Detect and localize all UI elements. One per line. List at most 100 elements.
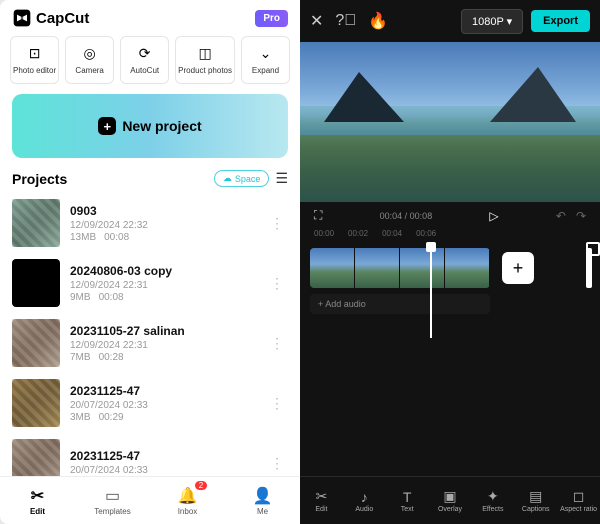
playhead[interactable] [430, 244, 432, 338]
fire-icon[interactable]: 🔥 [368, 11, 388, 31]
ruler-tick: 00:06 [416, 229, 436, 238]
nav-me[interactable]: 👤Me [225, 477, 300, 524]
project-name: 20231125-47 [70, 384, 256, 398]
tool-icon: ◎ [84, 45, 96, 62]
project-thumbnail [12, 379, 60, 427]
captions-icon: ▤ [529, 488, 542, 505]
sort-button[interactable]: ☰ [275, 170, 288, 187]
nav-edit[interactable]: ✂Edit [0, 477, 75, 524]
projects-header: Projects ☁ Space ☰ [0, 170, 300, 193]
player-controls: ⛶ 00:04 / 00:08 ▷ ↶ ↷ [300, 202, 600, 229]
app-name: CapCut [36, 10, 89, 27]
video-clip[interactable] [310, 248, 490, 288]
timecode: 00:04 / 00:08 [380, 211, 433, 221]
tool-label: Effects [482, 506, 503, 513]
home-panel: CapCut Pro ⊡ Photo editor ◎Camera⟳AutoCut◫… [0, 0, 300, 524]
tool-label: Edit [315, 506, 327, 513]
pro-badge[interactable]: Pro [255, 10, 288, 27]
project-item[interactable]: 0903 12/09/2024 22:32 13MB00:08 ⋮ [12, 193, 288, 253]
audio-icon: ♪ [361, 489, 368, 505]
tool-icon: ⌄ [260, 45, 272, 62]
video-track[interactable]: + [310, 248, 590, 288]
project-meta: 7MB00:28 [70, 352, 256, 363]
tool-label: Overlay [438, 506, 462, 513]
ruler-tick: 00:00 [314, 229, 334, 238]
me-icon: 👤 [253, 486, 273, 506]
project-more-icon[interactable]: ⋮ [266, 215, 288, 232]
project-more-icon[interactable]: ⋮ [266, 395, 288, 412]
project-item[interactable]: 20231125-47 20/07/2024 02:33 3MB00:29 ⋮ [12, 373, 288, 433]
project-thumbnail [12, 319, 60, 367]
tool-camera[interactable]: ◎Camera [65, 36, 114, 84]
project-name: 20240806-03 copy [70, 264, 256, 278]
video-preview[interactable] [300, 42, 600, 202]
project-name: 20231125-47 [70, 449, 256, 463]
project-item[interactable]: 20231125-47 20/07/2024 02:33 ⋮ [12, 433, 288, 476]
project-item[interactable]: 20231105-27 salinan 12/09/2024 22:31 7MB… [12, 313, 288, 373]
fullscreen-icon[interactable]: ⛶ [314, 208, 322, 223]
project-info: 20231125-47 20/07/2024 02:33 3MB00:29 [70, 384, 256, 423]
undo-button[interactable]: ↶ [556, 209, 566, 223]
resolution-button[interactable]: 1080P ▾ [461, 9, 523, 34]
add-audio-button[interactable]: + Add audio [310, 294, 490, 314]
new-project-button[interactable]: + New project [12, 94, 288, 158]
project-date: 12/09/2024 22:31 [70, 280, 256, 291]
play-button[interactable]: ▷ [489, 209, 498, 223]
templates-icon: ▭ [105, 486, 120, 506]
plus-icon: + [98, 117, 116, 135]
projects-title: Projects [12, 171, 67, 187]
space-button[interactable]: ☁ Space [214, 170, 270, 187]
tool-effects[interactable]: ✦Effects [471, 477, 514, 524]
tool-expand[interactable]: ⌄Expand [241, 36, 290, 84]
logo: CapCut [12, 8, 89, 28]
capcut-logo-icon [12, 8, 32, 28]
project-name: 0903 [70, 204, 256, 218]
nav-templates[interactable]: ▭Templates [75, 477, 150, 524]
tool-edit[interactable]: ✂Edit [300, 477, 343, 524]
project-more-icon[interactable]: ⋮ [266, 455, 288, 472]
redo-button[interactable]: ↷ [576, 209, 586, 223]
editor-toolbar: ✂Edit♪AudioTText▣Overlay✦Effects▤Caption… [300, 476, 600, 524]
tool-audio[interactable]: ♪Audio [343, 477, 386, 524]
export-button[interactable]: Export [531, 10, 590, 32]
nav-inbox[interactable]: 🔔Inbox2 [150, 477, 225, 524]
tool-photo-editor[interactable]: ⊡ Photo editor [10, 36, 59, 84]
notification-badge: 2 [195, 481, 207, 490]
project-item[interactable]: 20240806-03 copy 12/09/2024 22:31 9MB00:… [12, 253, 288, 313]
project-more-icon[interactable]: ⋮ [266, 335, 288, 352]
tool-label: Photo editor [13, 66, 56, 75]
edit-icon: ✂ [31, 486, 44, 506]
help-icon[interactable]: ?⃝ [335, 12, 356, 30]
tool-captions[interactable]: ▤Captions [514, 477, 557, 524]
project-date: 12/09/2024 22:31 [70, 340, 256, 351]
editor-panel: ✕ ?⃝ 🔥 1080P ▾ Export ⛶ 00:04 / 00:08 ▷ … [300, 0, 600, 524]
inbox-icon: 🔔 [178, 486, 198, 506]
aspect-ratio-icon: ◻ [573, 488, 585, 505]
tool-label: Text [401, 506, 414, 513]
tool-autocut[interactable]: ⟳AutoCut [120, 36, 169, 84]
add-clip-button[interactable]: + [502, 252, 534, 284]
tool-aspect-ratio[interactable]: ◻Aspect ratio [557, 477, 600, 524]
project-more-icon[interactable]: ⋮ [266, 275, 288, 292]
project-info: 20231105-27 salinan 12/09/2024 22:31 7MB… [70, 324, 256, 363]
tool-label: Aspect ratio [560, 506, 597, 513]
project-info: 20231125-47 20/07/2024 02:33 [70, 449, 256, 476]
nav-label: Templates [94, 507, 130, 516]
project-meta: 3MB00:29 [70, 412, 256, 423]
ruler-tick: 00:02 [348, 229, 368, 238]
tool-overlay[interactable]: ▣Overlay [429, 477, 472, 524]
editor-header: ✕ ?⃝ 🔥 1080P ▾ Export [300, 0, 600, 42]
close-icon[interactable]: ✕ [310, 11, 323, 31]
project-list: 0903 12/09/2024 22:32 13MB00:08 ⋮ 202408… [0, 193, 300, 476]
nav-label: Edit [30, 507, 45, 516]
tool-icon: ⊡ [29, 45, 41, 62]
tools-row: ⊡ Photo editor ◎Camera⟳AutoCut◫Product pho… [0, 36, 300, 94]
overlay-icon: ▣ [443, 488, 456, 505]
tool-product-photos[interactable]: ◫Product photos [175, 36, 235, 84]
project-name: 20231105-27 salinan [70, 324, 256, 338]
project-date: 20/07/2024 02:33 [70, 465, 256, 476]
tool-label: Product photos [178, 66, 232, 75]
tool-text[interactable]: TText [386, 477, 429, 524]
project-info: 0903 12/09/2024 22:32 13MB00:08 [70, 204, 256, 243]
app-header: CapCut Pro [0, 0, 300, 36]
